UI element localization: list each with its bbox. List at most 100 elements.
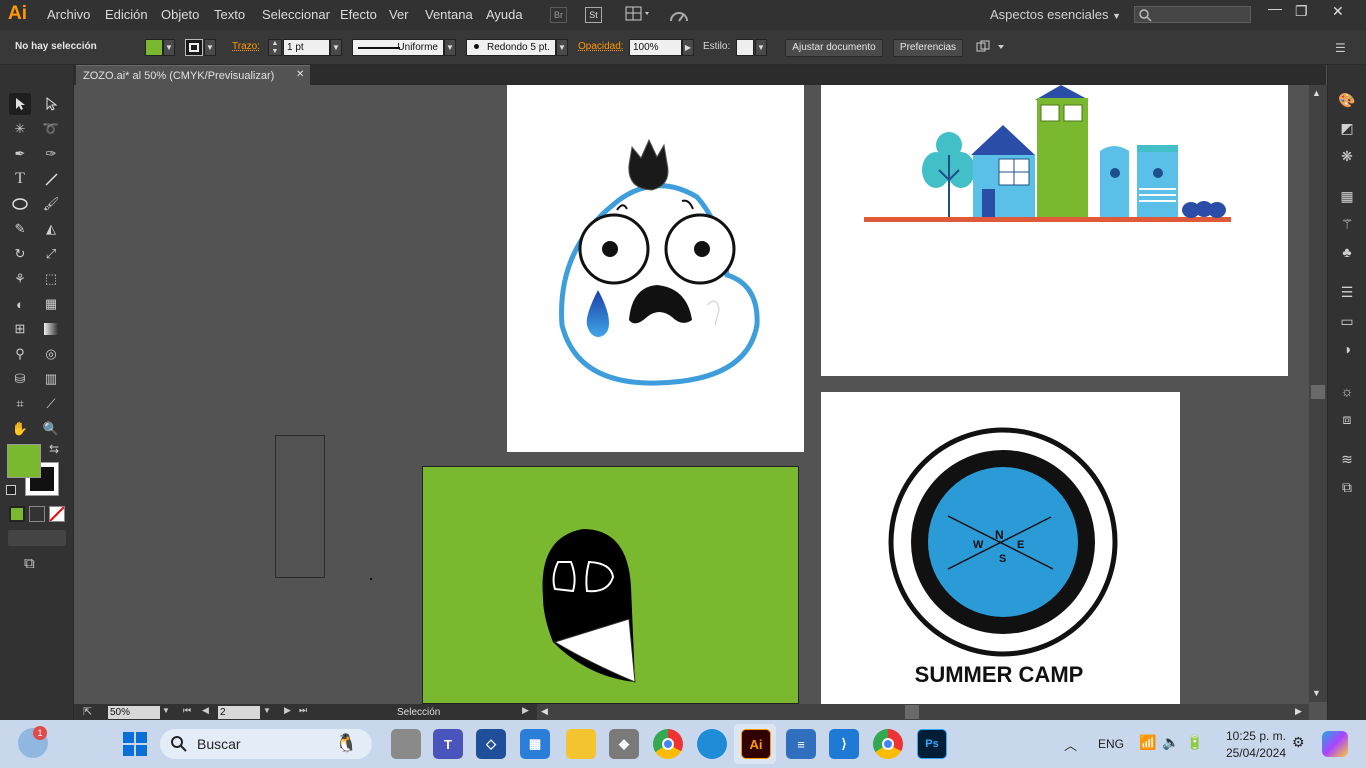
arrange-icon[interactable] (975, 40, 1007, 54)
hand-tool-icon[interactable]: ✋ (9, 418, 31, 440)
taskbar-search[interactable]: Buscar 🐧 (160, 729, 372, 759)
selection-tool-icon[interactable] (9, 93, 31, 115)
magic-wand-tool-icon[interactable]: ✳ (9, 118, 31, 140)
gradient-tool-icon[interactable] (40, 318, 62, 340)
scroll-left-icon[interactable]: ◀ (541, 706, 548, 717)
artboard-houses[interactable] (821, 85, 1288, 376)
brushes-icon[interactable]: ⚚ (1336, 213, 1358, 235)
panel-menu-icon[interactable]: ☰ (1335, 41, 1346, 55)
menu-ver[interactable]: Ver (389, 7, 409, 22)
stroke-stepper[interactable]: ▲ ▼ (268, 39, 282, 56)
mesh-tool-icon[interactable]: ⊞ (9, 318, 31, 340)
file-explorer-icon[interactable] (566, 729, 596, 759)
artboard-number-field[interactable]: 2 (218, 706, 260, 719)
brush-dropdown[interactable]: ▼ (556, 39, 568, 56)
minimize-icon[interactable]: — (1268, 0, 1282, 16)
stroke-profile-field[interactable]: Uniforme (352, 39, 444, 56)
drawing-modes[interactable] (8, 530, 66, 546)
notification-center-icon[interactable]: ⚙ (1292, 734, 1305, 751)
horizontal-scrollbar[interactable] (537, 704, 1309, 720)
restore-icon[interactable]: ❐ (1295, 3, 1308, 20)
language-indicator[interactable]: ENG (1098, 737, 1124, 751)
illustrator-icon[interactable]: Ai (741, 729, 771, 759)
empty-rectangle[interactable] (275, 435, 325, 578)
chrome-profile-icon[interactable] (873, 729, 903, 759)
clock-time[interactable]: 10:25 p. m. (1212, 729, 1286, 743)
fill-color-swatch[interactable] (7, 444, 41, 478)
stroke-panel-icon[interactable]: ☰ (1336, 281, 1358, 303)
default-colors-icon[interactable] (6, 485, 16, 495)
symbols-icon[interactable]: ♣ (1336, 241, 1358, 263)
color-guide-icon[interactable]: ◩ (1336, 117, 1358, 139)
vertical-scroll-thumb[interactable] (1311, 385, 1325, 399)
menu-ayuda[interactable]: Ayuda (486, 7, 523, 22)
direct-selection-tool-icon[interactable] (40, 93, 62, 115)
start-icon[interactable] (122, 731, 148, 757)
type-tool-icon[interactable]: T (9, 168, 31, 190)
menu-texto[interactable]: Texto (214, 7, 245, 22)
preferences-button[interactable]: Preferencias (893, 39, 963, 57)
wifi-icon[interactable]: 📶 (1139, 734, 1156, 751)
opacity-field[interactable]: 100% (629, 39, 682, 56)
scroll-down-icon[interactable]: ▼ (1312, 688, 1321, 698)
zoom-field[interactable]: 50% (108, 706, 160, 719)
column-graph-tool-icon[interactable]: ▥ (40, 368, 62, 390)
rotate-tool-icon[interactable]: ↻ (9, 243, 31, 265)
brush-field[interactable]: Redondo 5 pt. (466, 39, 556, 56)
gpu-performance-icon[interactable] (668, 6, 690, 24)
shaper-tool-icon[interactable]: ✎ (9, 218, 31, 240)
style-dropdown[interactable]: ▼ (755, 39, 767, 56)
scroll-right-icon[interactable]: ▶ (1295, 706, 1302, 717)
menu-edicion[interactable]: Edición (105, 7, 148, 22)
layers-panel-icon[interactable]: ≋ (1336, 448, 1358, 470)
menu-seleccionar[interactable]: Seleccionar (262, 7, 330, 22)
gradient-mode-icon[interactable] (29, 506, 45, 522)
photoshop-icon[interactable]: Ps (917, 729, 947, 759)
copilot-icon[interactable] (1322, 731, 1348, 757)
arrange-documents-icon[interactable] (625, 6, 653, 22)
cc-libraries-icon[interactable]: ❋ (1336, 145, 1358, 167)
document-tab[interactable]: ZOZO.ai* al 50% (CMYK/Previsualizar) ✕ (76, 65, 310, 85)
eyedropper-tool-icon[interactable]: ⚲ (9, 343, 31, 365)
gradient-panel-icon[interactable]: ▭ (1336, 310, 1358, 332)
artboard-green[interactable] (422, 466, 799, 704)
artboards-panel-icon[interactable]: ⧉ (1336, 476, 1358, 498)
bridge-button[interactable]: Br (550, 7, 567, 23)
scale-tool-icon[interactable]: ⤢ (40, 243, 62, 265)
eraser-tool-icon[interactable]: ◭ (40, 218, 62, 240)
swatches-icon[interactable]: ▦ (1336, 185, 1358, 207)
fill-swatch[interactable] (145, 39, 163, 56)
edge-icon[interactable] (697, 729, 727, 759)
appearance-panel-icon[interactable]: ☼ (1336, 380, 1358, 402)
menu-efecto[interactable]: Efecto (340, 7, 377, 22)
stroke-weight-dropdown[interactable]: ▼ (330, 39, 342, 56)
artboard-face[interactable] (507, 85, 804, 452)
free-transform-tool-icon[interactable]: ⬚ (40, 268, 62, 290)
zoom-dropdown[interactable]: ▼ (162, 706, 170, 715)
clock-date[interactable]: 25/04/2024 (1212, 746, 1286, 760)
lasso-tool-icon[interactable]: ➰ (40, 118, 62, 140)
line-tool-icon[interactable] (40, 168, 62, 190)
stray-point[interactable] (370, 578, 372, 580)
workspace-switcher[interactable]: Aspectos esenciales ▼ (990, 7, 1121, 22)
notepad-icon[interactable]: ≡ (786, 729, 816, 759)
vscode-icon[interactable]: ⟩ (829, 729, 859, 759)
store-icon[interactable]: ▦ (520, 729, 550, 759)
roblox-icon[interactable]: ◆ (609, 729, 639, 759)
horizontal-scroll-thumb[interactable] (905, 705, 919, 719)
stroke-label[interactable]: Trazo: (232, 41, 260, 52)
opacity-arrow[interactable]: ▶ (682, 39, 694, 56)
close-window-icon[interactable]: ✕ (1332, 3, 1344, 20)
chrome-icon[interactable] (653, 729, 683, 759)
teams-icon[interactable]: T (433, 729, 463, 759)
share-icon[interactable]: ⇱ (83, 705, 92, 718)
battery-icon[interactable]: 🔋 (1186, 734, 1203, 751)
first-artboard-icon[interactable]: ⏮ (183, 705, 191, 716)
curvature-tool-icon[interactable]: ✑ (40, 143, 62, 165)
volume-icon[interactable]: 🔈 (1162, 734, 1179, 751)
puppet-warp-tool-icon[interactable]: ⚘ (9, 268, 31, 290)
zoom-tool-icon[interactable]: 🔍 (40, 418, 62, 440)
swap-colors-icon[interactable]: ⇆ (49, 442, 59, 456)
color-panel-icon[interactable]: 🎨 (1336, 89, 1358, 111)
3d-viewer-icon[interactable]: ◇ (476, 729, 506, 759)
